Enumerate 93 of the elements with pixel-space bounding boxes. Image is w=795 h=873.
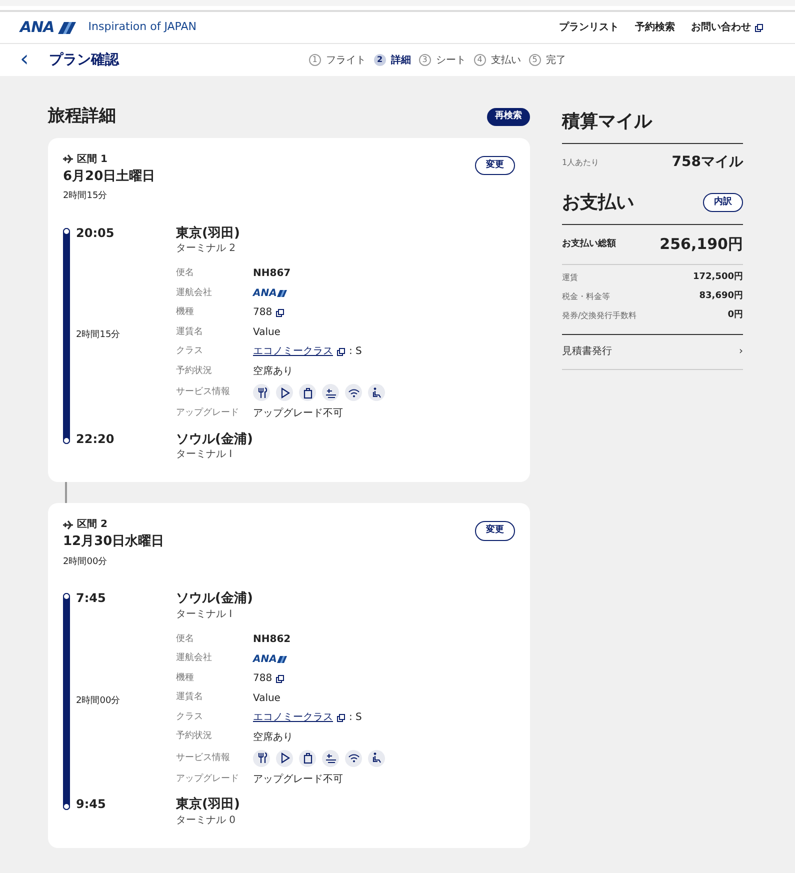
- detail-label: クラス: [176, 710, 204, 724]
- detail-label: 便名: [176, 632, 195, 646]
- flight-duration: 2時間00分: [76, 694, 122, 708]
- arrival-terminal: ターミナル 0: [176, 814, 237, 828]
- detail-label: アップグレード: [176, 407, 240, 420]
- tagline: Inspiration of JAPAN: [88, 19, 196, 36]
- external-link-icon: [276, 674, 284, 683]
- step-tab[interactable]: 1 フライト: [308, 52, 366, 68]
- detail-label: 運賃名: [176, 326, 204, 339]
- departure-time: 20:05: [76, 226, 116, 240]
- detail-label: クラス: [176, 345, 204, 358]
- quote-link[interactable]: 見積書発行: [562, 344, 612, 359]
- segment-duration: 2時間00分: [63, 556, 108, 569]
- step-tab[interactable]: 2 詳細: [374, 52, 411, 68]
- fee-value: 0円: [728, 309, 743, 322]
- plane-icon: [63, 520, 73, 530]
- detail-value: Value: [253, 692, 280, 706]
- detail-label: 予約状況: [176, 364, 213, 378]
- fee-label: 運賃: [562, 272, 578, 284]
- detail-value: NH867: [253, 267, 291, 282]
- departure-time: 7:45: [76, 591, 107, 606]
- miles-label: 1人あたり: [562, 156, 600, 168]
- class-link[interactable]: エコノミークラス: [253, 344, 333, 360]
- detail-label: 運航会社: [176, 286, 213, 300]
- chevron-icon: ›: [739, 344, 743, 359]
- total-label: お支払い総額: [562, 238, 616, 250]
- detail-value: NH862: [253, 633, 291, 648]
- external-link-icon: [337, 348, 345, 356]
- panel-title: お支払い: [562, 191, 634, 215]
- detail-label: サービス情報: [176, 752, 231, 765]
- arrival-time: 9:45: [76, 797, 107, 812]
- change-button[interactable]: 変更: [475, 156, 515, 175]
- detail-label: 機種: [176, 306, 195, 320]
- external-link-icon: [755, 24, 763, 32]
- step-tab[interactable]: 3 シート: [418, 52, 466, 68]
- header-link[interactable]: お問い合わせ: [691, 20, 751, 35]
- miles-value: 758マイル: [672, 153, 743, 172]
- total-value: 256,190円: [660, 234, 743, 255]
- detail-label: 便名: [176, 267, 195, 280]
- breakdown-button[interactable]: 内訳: [703, 192, 743, 212]
- detail-value: アップグレード不可: [253, 406, 343, 422]
- detail-label: サービス情報: [176, 386, 231, 399]
- detail-label: 機種: [176, 672, 195, 685]
- step-tab[interactable]: 5 完了: [528, 52, 566, 68]
- section-title: 旅程詳細: [48, 105, 116, 128]
- arrival-terminal: ターミナル I: [176, 448, 234, 462]
- arrival-time: 22:20: [76, 432, 116, 446]
- arrival-airport: 東京(羽田): [176, 797, 241, 813]
- airline-logo: ANA: [253, 286, 277, 301]
- fee-label: 税金・料金等: [562, 291, 610, 303]
- arrival-airport: ソウル(金浦): [176, 432, 254, 448]
- fee-label: 発券/交換発行手数料: [562, 310, 637, 322]
- logo-stripe-icon: [276, 290, 287, 297]
- departure-terminal: ターミナル 2: [176, 242, 237, 256]
- research-button[interactable]: 再検索: [487, 108, 530, 126]
- class-code: : S: [349, 345, 362, 360]
- fee-value: 172,500円: [693, 271, 743, 284]
- panel-title: 積算マイル: [562, 110, 654, 134]
- detail-value: 788: [253, 672, 272, 686]
- departure-airport: ソウル(金浦): [176, 591, 254, 607]
- segment-date: 12月30日水曜日: [63, 533, 164, 552]
- fee-value: 83,690円: [699, 290, 743, 304]
- step-tab[interactable]: 4 支払い: [474, 52, 521, 68]
- segment-date: 6月20日土曜日: [63, 168, 156, 186]
- detail-value: 空席あり: [253, 730, 293, 745]
- change-button[interactable]: 変更: [475, 521, 515, 541]
- external-link-icon: [337, 714, 345, 722]
- detail-value: 788: [253, 306, 272, 320]
- class-code: : S: [349, 711, 362, 726]
- header-link[interactable]: 予約検索: [635, 20, 675, 35]
- external-link-icon: [276, 308, 284, 317]
- departure-terminal: ターミナル I: [176, 608, 234, 622]
- plane-icon: [63, 154, 73, 164]
- header-link[interactable]: プランリスト: [559, 20, 619, 35]
- detail-value: Value: [253, 326, 280, 340]
- logo-stripe-icon: [58, 22, 76, 34]
- detail-label: 予約状況: [176, 730, 213, 744]
- segment-label: 区間 2: [77, 518, 108, 532]
- airline-logo: ANA: [253, 652, 277, 667]
- logo-stripe-icon: [276, 656, 287, 663]
- detail-label: 運航会社: [176, 652, 213, 666]
- flight-duration: 2時間15分: [76, 329, 122, 342]
- detail-label: アップグレード: [176, 772, 240, 786]
- segment-label: 区間 1: [77, 152, 108, 166]
- ana-logo[interactable]: ANA: [20, 16, 54, 39]
- detail-value: 空席あり: [253, 364, 293, 379]
- class-link[interactable]: エコノミークラス: [253, 710, 333, 726]
- detail-label: 運賃名: [176, 691, 204, 704]
- departure-airport: 東京(羽田): [176, 226, 241, 242]
- back-button[interactable]: ‹: [20, 49, 29, 71]
- detail-value: アップグレード不可: [253, 772, 343, 788]
- segment-duration: 2時間15分: [63, 190, 108, 203]
- page-title: プラン確認: [48, 50, 119, 70]
